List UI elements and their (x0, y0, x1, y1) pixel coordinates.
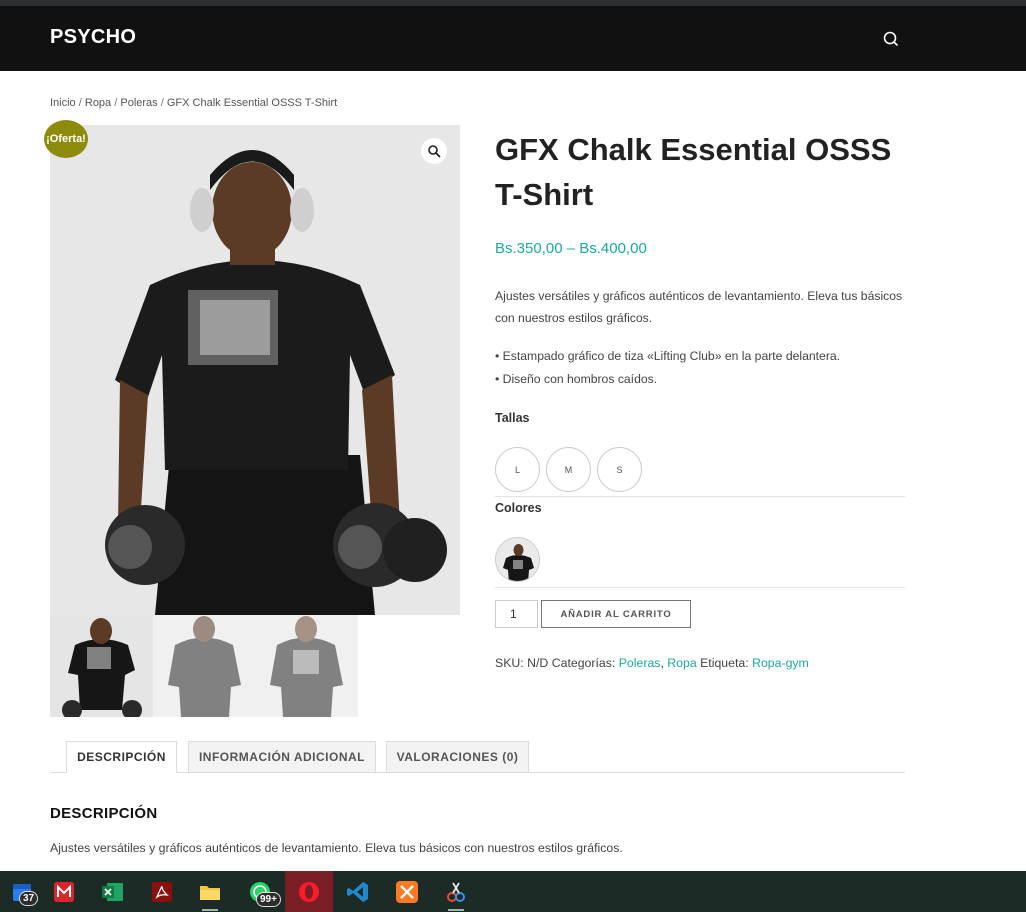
add-to-cart-button[interactable]: AÑADIR AL CARRITO (541, 600, 691, 628)
tag-label: Etiqueta: (700, 656, 749, 670)
file-explorer-icon[interactable] (190, 871, 230, 912)
thumbnail-front-dumbbells[interactable] (50, 615, 153, 717)
xampp-icon[interactable] (387, 871, 427, 912)
tab-descripcion[interactable]: DESCRIPCIÓN (66, 741, 177, 773)
size-option-l[interactable]: L (495, 447, 540, 492)
gallery-thumbnails (50, 615, 358, 717)
sizes-label: Tallas (495, 411, 530, 425)
categories-label: Categorías: (551, 656, 616, 670)
sale-badge: ¡Oferta! (44, 120, 88, 158)
product-features: • Estampado gráfico de tiza «Lifting Clu… (495, 345, 905, 391)
breadcrumb-separator: / (160, 97, 164, 109)
thumbnail-front[interactable] (255, 615, 358, 717)
active-indicator (448, 909, 464, 911)
snipping-tool-icon[interactable] (436, 871, 476, 912)
category-link-ropa[interactable]: Ropa (667, 656, 696, 670)
search-icon[interactable] (880, 28, 902, 50)
feature-item: • Estampado gráfico de tiza «Lifting Clu… (495, 349, 841, 363)
active-indicator (202, 909, 218, 911)
whatsapp-icon[interactable]: 99+ (240, 871, 281, 912)
size-selector: L M S (495, 447, 642, 492)
thumbnail-back[interactable] (152, 615, 256, 717)
description-heading: DESCRIPCIÓN (50, 805, 158, 822)
mega-icon[interactable] (44, 871, 84, 912)
site-header: PSYCHO (0, 6, 1026, 71)
category-link-poleras[interactable]: Poleras (619, 656, 661, 670)
sku-value: N/D (527, 656, 549, 670)
os-taskbar: 37 99+ (0, 871, 1026, 912)
tag-link-ropa-gym[interactable]: Ropa-gym (752, 656, 809, 670)
acrobat-icon[interactable] (142, 871, 182, 912)
product-short-description: Ajustes versátiles y gráficos auténticos… (495, 289, 903, 325)
size-option-m[interactable]: M (546, 447, 591, 492)
product-price: Bs.350,00 – Bs.400,00 (495, 240, 647, 257)
divider (495, 587, 905, 588)
feature-item: • Diseño con hombros caídos. (495, 372, 658, 386)
breadcrumb-link-ropa[interactable]: Ropa (85, 97, 111, 109)
opera-icon[interactable] (285, 871, 333, 912)
product-title: GFX Chalk Essential OSSS T-Shirt (495, 132, 892, 212)
colors-label: Colores (495, 501, 542, 515)
tab-valoraciones[interactable]: VALORACIONES (0) (386, 741, 529, 773)
calendar-badge: 37 (19, 891, 39, 906)
description-text: Ajustes versátiles y gráficos auténticos… (50, 841, 623, 855)
color-swatch-black[interactable] (495, 537, 540, 582)
breadcrumb-link-poleras[interactable]: Poleras (120, 97, 157, 109)
breadcrumb-link-inicio[interactable]: Inicio (50, 97, 76, 109)
breadcrumb: Inicio / Ropa / Poleras / GFX Chalk Esse… (50, 97, 337, 109)
vscode-icon[interactable] (338, 871, 378, 912)
site-logo[interactable]: PSYCHO (50, 26, 136, 49)
divider (495, 496, 905, 497)
quantity-input[interactable] (495, 600, 538, 628)
whatsapp-badge: 99+ (256, 892, 281, 907)
breadcrumb-separator: / (114, 97, 118, 109)
tab-informacion-adicional[interactable]: INFORMACIÓN ADICIONAL (188, 741, 376, 773)
breadcrumb-current: GFX Chalk Essential OSSS T-Shirt (166, 97, 338, 109)
size-option-s[interactable]: S (597, 447, 642, 492)
zoom-icon[interactable] (421, 138, 447, 164)
calendar-icon[interactable]: 37 (2, 871, 42, 912)
breadcrumb-separator: / (78, 97, 82, 109)
excel-icon[interactable] (93, 871, 133, 912)
product-main-image[interactable] (50, 125, 460, 615)
product-meta: SKU: N/D Categorías: Poleras, Ropa Etiqu… (495, 656, 809, 670)
sku-label: SKU: (495, 656, 524, 670)
